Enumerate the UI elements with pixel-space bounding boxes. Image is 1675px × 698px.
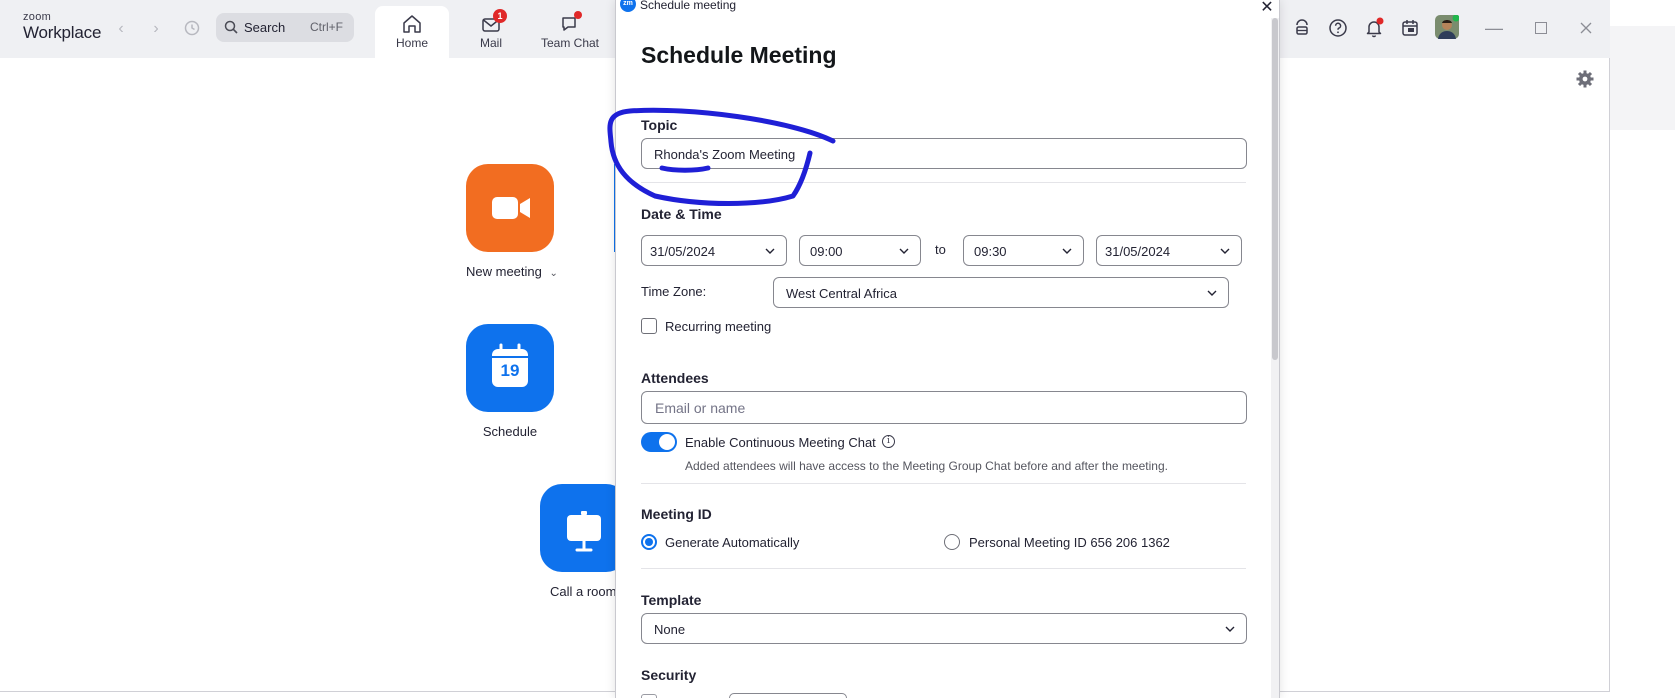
- end-date-value: 31/05/2024: [1105, 244, 1171, 259]
- tab-team-chat-label: Team Chat: [540, 36, 600, 50]
- tab-home[interactable]: Home: [375, 6, 449, 58]
- generate-automatically-label[interactable]: Generate Automatically: [665, 535, 799, 550]
- avatar[interactable]: [1435, 14, 1460, 39]
- chevron-down-icon: [1062, 248, 1072, 254]
- new-meeting-label[interactable]: New meeting ⌄: [466, 264, 574, 279]
- wall-view-icon[interactable]: [1291, 17, 1313, 39]
- zoom-workplace-logo: zoom Workplace: [23, 11, 102, 42]
- security-checkbox[interactable]: [641, 694, 657, 698]
- meeting-id-label: Meeting ID: [641, 506, 712, 522]
- security-label: Security: [641, 667, 697, 683]
- to-label: to: [935, 242, 946, 257]
- attendees-input[interactable]: Email or name: [641, 391, 1247, 424]
- start-date-select[interactable]: 31/05/2024: [641, 235, 787, 266]
- new-meeting-text: New meeting: [466, 264, 542, 279]
- start-date-value: 31/05/2024: [650, 244, 716, 259]
- end-date-select[interactable]: 31/05/2024: [1096, 235, 1242, 266]
- template-label: Template: [641, 592, 702, 608]
- chevron-down-icon[interactable]: ⌄: [550, 268, 558, 279]
- schedule-icon-day: 19: [500, 361, 520, 380]
- history-icon[interactable]: [182, 19, 202, 39]
- tab-mail[interactable]: 1 Mail: [455, 6, 527, 58]
- page-title: Schedule Meeting: [641, 42, 837, 68]
- chevron-down-icon: [765, 248, 775, 254]
- notifications-bell-icon[interactable]: [1363, 17, 1385, 39]
- chevron-down-icon: [1207, 290, 1217, 296]
- end-time-select[interactable]: 09:30: [963, 235, 1084, 266]
- video-camera-icon: [492, 197, 530, 219]
- mail-badge: 1: [493, 9, 507, 23]
- chevron-down-icon: [1225, 626, 1235, 632]
- close-window-icon[interactable]: [1576, 18, 1596, 38]
- passcode-input[interactable]: [729, 693, 847, 698]
- schedule-meeting-dialog: zm Schedule meeting ✕ Schedule Meeting T…: [615, 0, 1280, 698]
- settings-gear-icon[interactable]: [1575, 69, 1595, 89]
- attendees-placeholder: Email or name: [655, 400, 746, 416]
- back-arrow-icon[interactable]: ‹: [111, 19, 131, 39]
- chevron-down-icon: [899, 248, 909, 254]
- date-time-label: Date & Time: [641, 206, 722, 222]
- search-shortcut: Ctrl+F: [310, 20, 343, 34]
- continuous-chat-help: Added attendees will have access to the …: [685, 459, 1168, 473]
- topic-input[interactable]: Rhonda's Zoom Meeting: [641, 138, 1247, 169]
- personal-meeting-id-radio[interactable]: [944, 534, 960, 550]
- info-icon[interactable]: i: [882, 435, 895, 448]
- chat-icon: [559, 11, 582, 34]
- continuous-chat-label: Enable Continuous Meeting Chat: [685, 435, 876, 450]
- home-icon: [401, 14, 423, 34]
- time-zone-value: West Central Africa: [786, 286, 898, 301]
- template-value: None: [654, 622, 686, 637]
- generate-automatically-radio[interactable]: [641, 534, 657, 550]
- logo-top-text: zoom: [23, 11, 52, 23]
- search-icon: [224, 20, 238, 37]
- scrollbar-thumb[interactable]: [1272, 18, 1278, 360]
- tab-mail-label: Mail: [479, 36, 502, 50]
- start-time-value: 09:00: [810, 244, 843, 259]
- mail-icon: 1: [480, 9, 507, 34]
- logo-bottom-text: Workplace: [23, 23, 102, 42]
- divider: [641, 182, 1246, 183]
- desktop-background: [1610, 0, 1675, 698]
- attendees-label: Attendees: [641, 370, 709, 386]
- time-zone-select[interactable]: West Central Africa: [773, 277, 1229, 308]
- help-icon[interactable]: [1327, 17, 1349, 39]
- tab-home-label: Home: [395, 36, 428, 50]
- end-time-value: 09:30: [974, 244, 1007, 259]
- start-time-select[interactable]: 09:00: [799, 235, 921, 266]
- close-icon[interactable]: ✕: [1259, 0, 1275, 17]
- dialog-window-title: Schedule meeting: [640, 0, 737, 12]
- topic-value: Rhonda's Zoom Meeting: [654, 147, 796, 162]
- chat-notification-dot: [574, 11, 582, 19]
- tab-team-chat[interactable]: Team Chat: [535, 6, 605, 58]
- forward-arrow-icon[interactable]: ›: [146, 19, 166, 39]
- recurring-meeting-checkbox[interactable]: [641, 318, 657, 334]
- new-meeting-button[interactable]: [466, 164, 554, 252]
- divider: [641, 483, 1246, 484]
- template-select[interactable]: None: [641, 613, 1247, 644]
- calendar-icon[interactable]: [1399, 17, 1421, 39]
- topic-label: Topic: [641, 117, 678, 133]
- divider: [641, 568, 1246, 569]
- zoom-app-icon: zm: [620, 0, 636, 12]
- search-box[interactable]: Search Ctrl+F: [216, 13, 354, 42]
- schedule-label: Schedule: [482, 424, 538, 439]
- recurring-meeting-label[interactable]: Recurring meeting: [665, 319, 771, 334]
- search-label: Search: [244, 20, 286, 35]
- personal-meeting-id-label[interactable]: Personal Meeting ID 656 206 1362: [969, 535, 1170, 550]
- maximize-icon[interactable]: [1531, 18, 1551, 38]
- minimize-icon[interactable]: —: [1484, 18, 1504, 38]
- time-zone-label: Time Zone:: [641, 284, 707, 299]
- continuous-chat-toggle[interactable]: [641, 432, 677, 452]
- chevron-down-icon: [1220, 248, 1230, 254]
